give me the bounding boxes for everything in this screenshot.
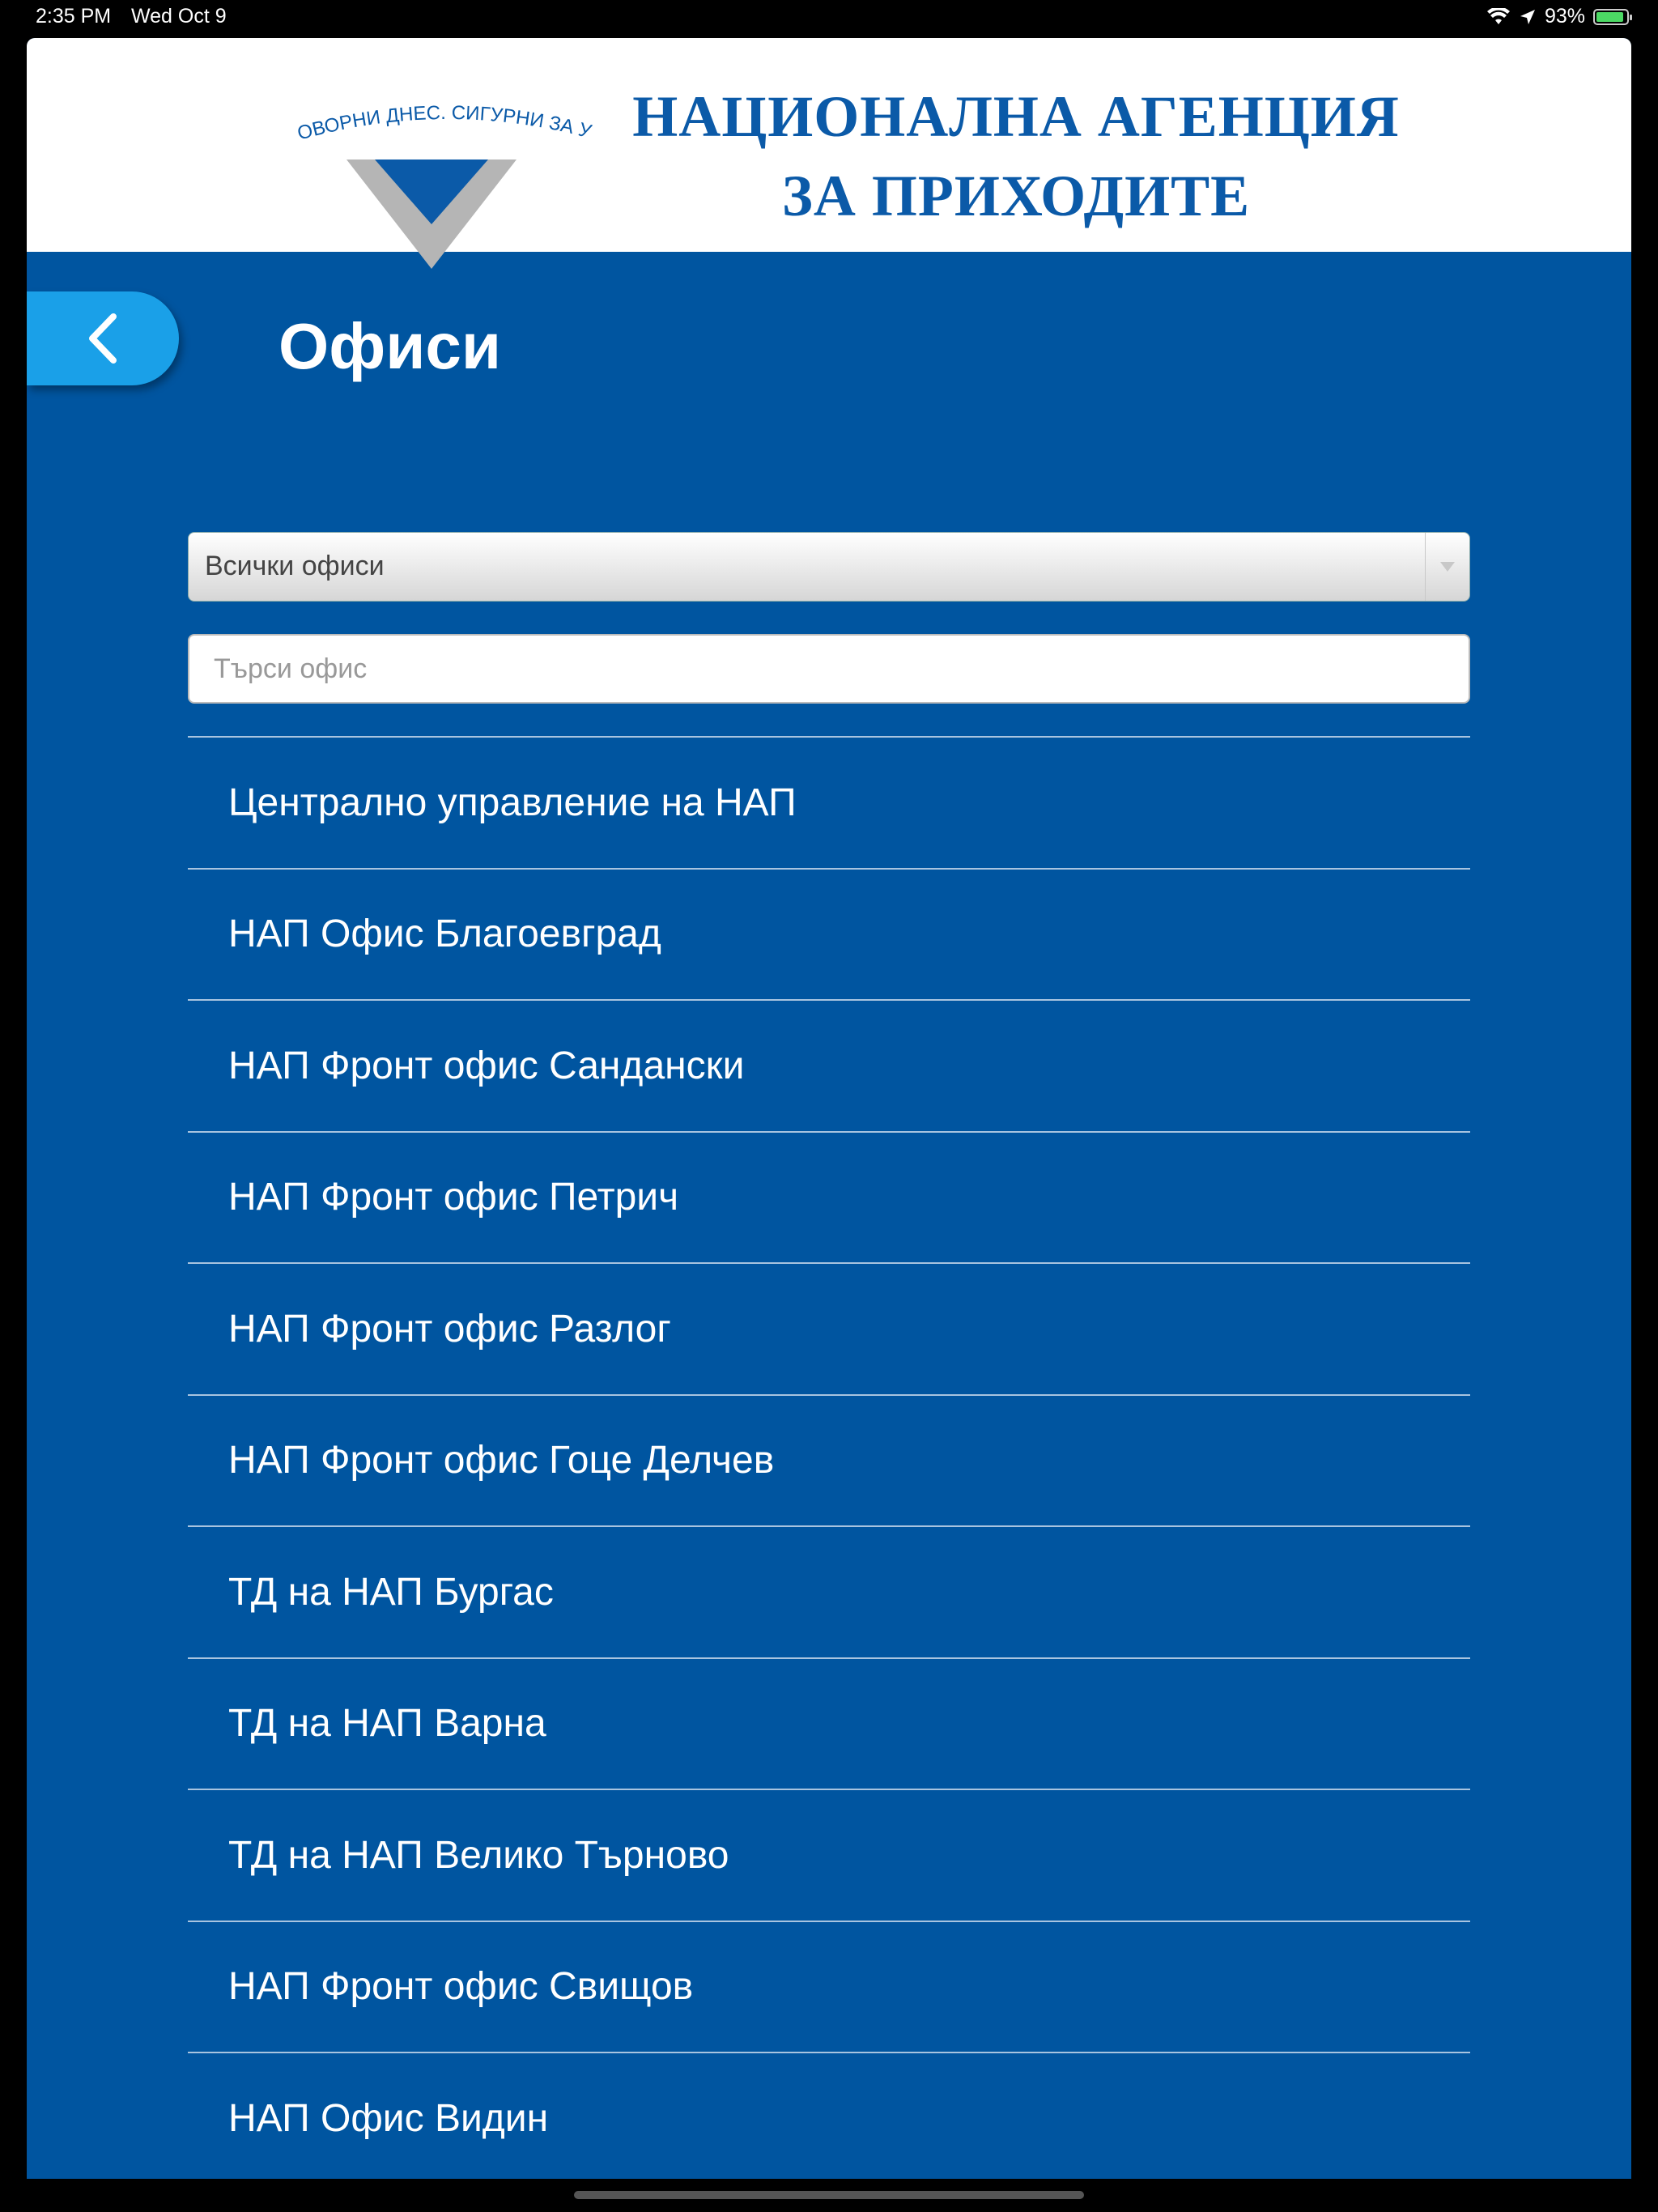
office-list-item[interactable]: ТД на НАП Бургас [188, 1525, 1470, 1657]
app-screen: ОТГОВОРНИ ДНЕС. СИГУРНИ ЗА УТРЕ. НАЦИОНА… [27, 38, 1631, 2179]
office-list-item[interactable]: НАП Фронт офис Сандански [188, 999, 1470, 1131]
page-title: Офиси [278, 310, 502, 382]
office-list-item[interactable]: НАП Фронт офис Гоце Делчев [188, 1393, 1470, 1526]
chevron-left-icon [89, 313, 117, 364]
search-office-input[interactable] [188, 634, 1470, 704]
office-list-item[interactable]: НАП Офис Благоевград [188, 867, 1470, 1000]
agency-name: НАЦИОНАЛНА АГЕНЦИЯ ЗА ПРИХОДИТЕ [611, 77, 1421, 236]
status-date: Wed Oct 9 [131, 5, 227, 28]
office-list-item[interactable]: НАП Фронт офис Петрич [188, 1130, 1470, 1263]
battery-icon [1593, 8, 1632, 25]
agency-header: ОТГОВОРНИ ДНЕС. СИГУРНИ ЗА УТРЕ. НАЦИОНА… [27, 38, 1631, 269]
office-list-item[interactable]: ТД на НАП Варна [188, 1657, 1470, 1789]
battery-percent: 93% [1544, 5, 1585, 28]
dropdown-button[interactable] [1425, 533, 1469, 601]
office-list-item[interactable]: ТД на НАП Велико Търново [188, 1789, 1470, 1921]
office-list: Централно управление на НАП НАП Офис Бла… [188, 736, 1470, 2179]
triangle-down-icon [1440, 562, 1455, 572]
home-indicator[interactable] [574, 2191, 1084, 2199]
status-indicators: 93% [1486, 5, 1632, 28]
status-bar: 2:35 PM Wed Oct 9 93% [0, 0, 1658, 36]
filter-selected-value: Всички офиси [205, 551, 385, 581]
wifi-icon [1486, 7, 1510, 24]
office-list-item[interactable]: НАП Офис Видин [188, 2052, 1470, 2179]
office-list-item[interactable]: НАП Фронт офис Разлог [188, 1262, 1470, 1394]
status-time: 2:35 PM [36, 5, 112, 28]
office-list-item[interactable]: Централно управление на НАП [188, 736, 1470, 868]
office-list-item[interactable]: НАП Фронт офис Свищов [188, 1920, 1470, 2052]
back-button[interactable] [27, 291, 179, 385]
location-arrow-icon [1520, 9, 1535, 24]
office-filter-select[interactable]: Всички офиси [188, 532, 1470, 602]
agency-logo: ОТГОВОРНИ ДНЕС. СИГУРНИ ЗА УТРЕ. [270, 66, 594, 269]
agency-name-line2: ЗА ПРИХОДИТЕ [781, 164, 1251, 228]
svg-text:ОТГОВОРНИ ДНЕС. СИГУРНИ ЗА УТР: ОТГОВОРНИ ДНЕС. СИГУРНИ ЗА УТРЕ. [270, 66, 594, 145]
agency-name-line1: НАЦИОНАЛНА АГЕНЦИЯ [632, 84, 1400, 149]
